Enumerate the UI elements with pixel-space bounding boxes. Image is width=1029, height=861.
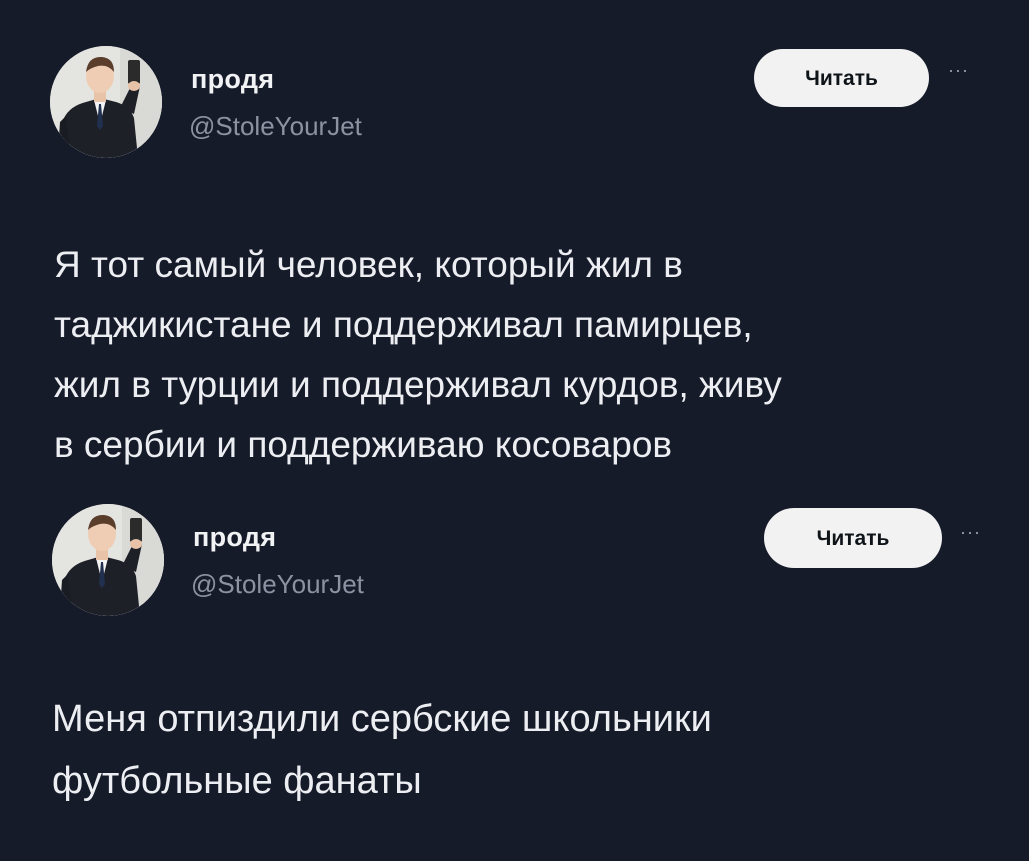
follow-button[interactable]: Читать [754,49,929,107]
avatar-photo [50,46,162,158]
display-name[interactable]: продя [193,522,276,553]
tweet: продя @StoleYourJet Читать ··· Меня отпи… [0,490,1029,861]
tweet-text: Меня отпиздили сербские школьники футбол… [52,698,712,802]
follow-button[interactable]: Читать [764,508,942,568]
display-name[interactable]: продя [191,64,274,95]
avatar-photo [52,504,164,616]
tweet: продя @StoleYourJet Читать ··· Я тот сам… [0,0,1029,490]
user-handle[interactable]: @StoleYourJet [191,569,364,600]
tweet-text: Я тот самый человек, который жил в таджи… [54,244,782,465]
user-handle[interactable]: @StoleYourJet [189,111,362,142]
avatar[interactable] [50,46,162,158]
more-options-icon[interactable]: ··· [960,522,981,543]
avatar[interactable] [52,504,164,616]
more-options-icon[interactable]: ··· [948,60,969,81]
